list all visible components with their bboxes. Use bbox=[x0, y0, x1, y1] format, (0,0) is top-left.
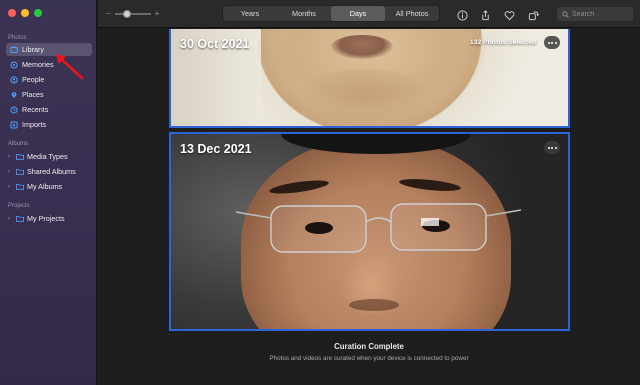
sidebar-item-label: People bbox=[22, 75, 45, 84]
recents-icon bbox=[10, 105, 18, 114]
more-options-button[interactable] bbox=[544, 36, 560, 49]
library-icon bbox=[10, 46, 18, 54]
sidebar-item-my-albums[interactable]: › My Albums bbox=[6, 180, 92, 193]
people-icon bbox=[10, 75, 18, 84]
photos-selected-count: 132 Photos Selected bbox=[469, 39, 536, 46]
disclosure-chevron-icon[interactable]: › bbox=[8, 154, 14, 160]
window-controls bbox=[8, 9, 42, 17]
day-photo[interactable] bbox=[171, 134, 568, 329]
sidebar-item-recents[interactable]: Recents bbox=[6, 103, 92, 116]
sidebar-item-label: My Albums bbox=[27, 182, 63, 191]
minimize-window-button[interactable] bbox=[21, 9, 29, 17]
folder-icon bbox=[16, 216, 24, 222]
folder-icon bbox=[16, 154, 24, 160]
disclosure-chevron-icon[interactable]: › bbox=[8, 169, 14, 175]
places-icon bbox=[10, 91, 18, 99]
search-icon bbox=[562, 10, 569, 18]
memories-icon bbox=[10, 60, 18, 69]
toolbar: − + Years Months Days All Photos bbox=[98, 0, 640, 28]
sidebar-item-my-projects[interactable]: › My Projects bbox=[6, 212, 92, 225]
fullscreen-window-button[interactable] bbox=[34, 9, 42, 17]
sidebar-item-places[interactable]: Places bbox=[6, 88, 92, 101]
sidebar-item-shared-albums[interactable]: › Shared Albums bbox=[6, 165, 92, 178]
rotate-icon[interactable] bbox=[528, 8, 540, 21]
zoom-slider[interactable] bbox=[114, 9, 151, 18]
folder-icon bbox=[16, 169, 24, 175]
zoom-out-button[interactable]: − bbox=[106, 9, 111, 18]
zoom-slider-knob[interactable] bbox=[122, 9, 131, 18]
day-card[interactable]: 30 Oct 2021 132 Photos Selected bbox=[169, 29, 570, 128]
sidebar-item-imports[interactable]: Imports bbox=[6, 118, 92, 131]
sidebar-item-label: Recents bbox=[22, 105, 49, 114]
tab-years[interactable]: Years bbox=[223, 6, 277, 21]
sidebar-item-label: Places bbox=[22, 90, 44, 99]
section-label-projects: Projects bbox=[8, 203, 30, 209]
zoom-in-button[interactable]: + bbox=[155, 9, 160, 18]
tab-months[interactable]: Months bbox=[277, 6, 331, 21]
sidebar-item-label: Shared Albums bbox=[27, 167, 76, 176]
section-label-photos: Photos bbox=[8, 35, 27, 41]
view-switcher: Years Months Days All Photos bbox=[222, 5, 440, 22]
search-field[interactable] bbox=[556, 6, 634, 22]
curation-status-text: Photos and videos are curated when your … bbox=[269, 355, 469, 362]
info-icon[interactable] bbox=[457, 8, 468, 21]
day-date-label: 30 Oct 2021 bbox=[180, 37, 250, 51]
sidebar-item-label: Memories bbox=[22, 60, 54, 69]
sidebar-item-media-types[interactable]: › Media Types bbox=[6, 150, 92, 163]
sidebar-item-label: Library bbox=[22, 45, 44, 54]
tab-all-photos[interactable]: All Photos bbox=[385, 6, 439, 21]
favorite-heart-icon[interactable] bbox=[504, 8, 515, 21]
day-card[interactable]: 13 Dec 2021 bbox=[169, 132, 570, 331]
curation-status-title: Curation Complete bbox=[334, 342, 404, 351]
sidebar-item-label: Imports bbox=[22, 120, 46, 129]
disclosure-chevron-icon[interactable]: › bbox=[8, 216, 14, 222]
share-icon[interactable] bbox=[480, 8, 491, 21]
more-options-button[interactable] bbox=[544, 141, 560, 154]
zoom-control: − + bbox=[106, 9, 159, 18]
day-date-label: 13 Dec 2021 bbox=[180, 142, 252, 156]
imports-icon bbox=[10, 120, 18, 129]
main-content: 30 Oct 2021 132 Photos Selected 13 Dec 2… bbox=[98, 29, 640, 385]
sidebar-item-label: My Projects bbox=[27, 214, 65, 223]
disclosure-chevron-icon[interactable]: › bbox=[8, 184, 14, 190]
folder-icon bbox=[16, 184, 24, 190]
annotation-arrow-icon bbox=[56, 54, 84, 80]
close-window-button[interactable] bbox=[8, 9, 16, 17]
search-input[interactable] bbox=[572, 10, 632, 18]
tab-days[interactable]: Days bbox=[331, 6, 385, 21]
sidebar-item-label: Media Types bbox=[27, 152, 68, 161]
section-label-albums: Albums bbox=[8, 141, 29, 147]
